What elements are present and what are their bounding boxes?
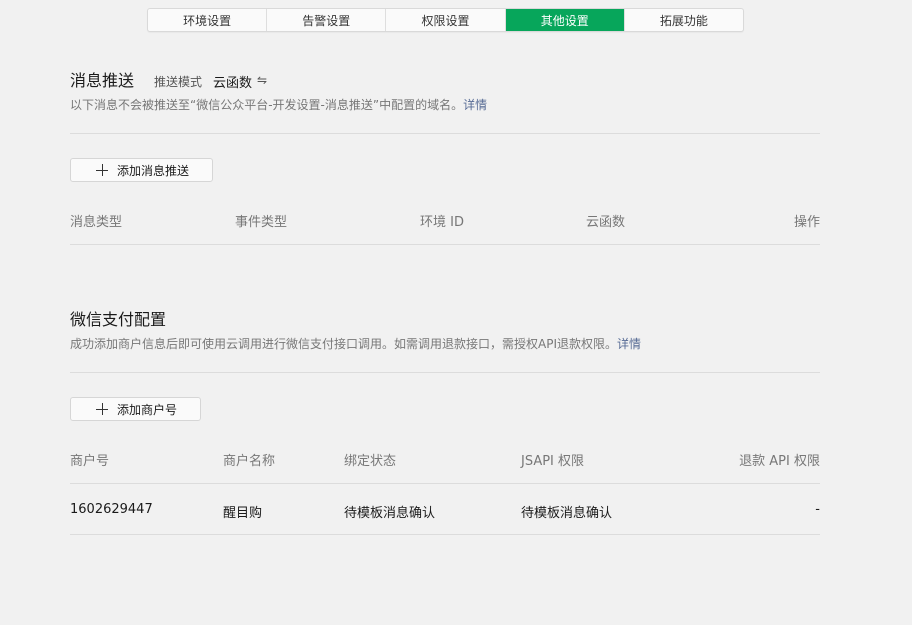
column-header-env-id: 环境 ID — [420, 215, 464, 230]
tab-extensions[interactable]: 拓展功能 — [625, 9, 743, 31]
divider — [70, 372, 820, 373]
add-merchant-button[interactable]: 添加商户号 — [70, 397, 201, 421]
message-push-detail-link[interactable]: 详情 — [463, 98, 487, 112]
column-header-bind-status: 绑定状态 — [344, 454, 397, 469]
add-message-push-button[interactable]: 添加消息推送 — [70, 158, 213, 182]
tab-alert-settings[interactable]: 告警设置 — [267, 9, 387, 31]
message-push-title: 消息推送 — [70, 71, 135, 90]
settings-tab-bar: 环境设置 告警设置 权限设置 其他设置 拓展功能 — [147, 8, 744, 32]
switch-mode-icon[interactable]: ⇋ — [257, 73, 267, 87]
plus-icon — [96, 403, 108, 415]
column-header-refund-api-permission: 退款 API 权限 — [739, 454, 820, 469]
bind-status-cell: 待模板消息确认 — [344, 506, 436, 521]
column-header-merchant-name: 商户名称 — [223, 454, 276, 469]
add-merchant-label: 添加商户号 — [117, 402, 178, 417]
tab-environment-settings[interactable]: 环境设置 — [148, 9, 268, 31]
wechat-pay-description-text: 成功添加商户信息后即可使用云调用进行微信支付接口调用。如需调用退款接口，需授权A… — [70, 337, 617, 351]
merchant-id-cell: 1602629447 — [70, 502, 153, 517]
refund-api-permission-cell: - — [815, 502, 820, 517]
push-mode-label: 推送模式 — [154, 75, 203, 89]
add-message-push-label: 添加消息推送 — [117, 163, 190, 178]
message-push-description: 以下消息不会被推送至“微信公众平台-开发设置-消息推送”中配置的域名。详情 — [70, 96, 487, 113]
tab-other-settings[interactable]: 其他设置 — [505, 9, 625, 31]
column-header-event-type: 事件类型 — [235, 215, 288, 230]
tab-permission-settings[interactable]: 权限设置 — [386, 9, 506, 31]
column-header-jsapi-permission: JSAPI 权限 — [521, 454, 585, 469]
divider — [70, 133, 820, 134]
divider — [70, 534, 820, 535]
plus-icon — [96, 164, 108, 176]
message-push-description-text: 以下消息不会被推送至“微信公众平台-开发设置-消息推送”中配置的域名。 — [70, 98, 464, 112]
merchant-name-cell: 醒目购 — [223, 506, 263, 521]
column-header-message-type: 消息类型 — [70, 215, 123, 230]
wechat-pay-title: 微信支付配置 — [70, 310, 167, 329]
column-header-merchant-id: 商户号 — [70, 454, 110, 469]
column-header-cloud-function: 云函数 — [586, 215, 626, 230]
wechat-pay-detail-link[interactable]: 详情 — [617, 337, 641, 351]
push-mode-value: 云函数 — [213, 76, 253, 91]
column-header-actions: 操作 — [793, 215, 820, 230]
wechat-pay-description: 成功添加商户信息后即可使用云调用进行微信支付接口调用。如需调用退款接口，需授权A… — [70, 335, 641, 352]
jsapi-permission-cell: 待模板消息确认 — [521, 506, 613, 521]
divider — [70, 244, 820, 245]
divider — [70, 483, 820, 484]
